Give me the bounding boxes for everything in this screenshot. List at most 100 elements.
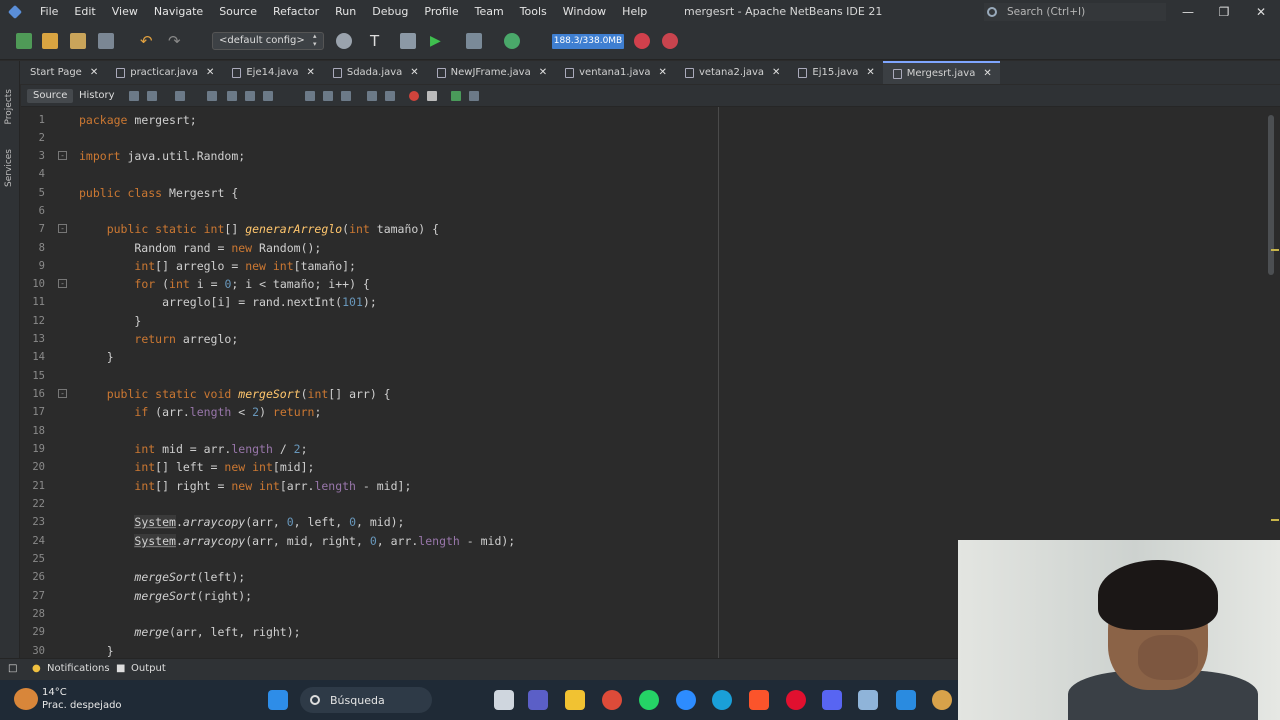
toggle-highlight-icon[interactable]: [263, 91, 273, 101]
fold-toggle-icon[interactable]: -: [58, 279, 67, 288]
menu-run[interactable]: Run: [327, 0, 364, 24]
menu-edit[interactable]: Edit: [66, 0, 103, 24]
new-project-icon[interactable]: [16, 33, 32, 49]
close-icon[interactable]: ✕: [772, 67, 780, 78]
vscode-icon[interactable]: [896, 690, 916, 710]
discord-icon[interactable]: [822, 690, 842, 710]
maximize-button[interactable]: ❐: [1206, 0, 1242, 24]
menu-file[interactable]: File: [32, 0, 66, 24]
file-explorer-icon[interactable]: [565, 690, 585, 710]
profile-icon[interactable]: [504, 33, 520, 49]
start-windows-icon[interactable]: [268, 690, 288, 710]
debug-icon[interactable]: [466, 33, 482, 49]
status-icon[interactable]: □: [8, 663, 17, 674]
shift-left-icon[interactable]: [367, 91, 377, 101]
edge-icon[interactable]: [712, 690, 732, 710]
notifications-button[interactable]: Notifications: [47, 663, 110, 674]
close-icon[interactable]: ✕: [410, 67, 418, 78]
start-macro-icon[interactable]: [409, 91, 419, 101]
menu-profile[interactable]: Profile: [416, 0, 466, 24]
app-icon[interactable]: [932, 690, 952, 710]
close-window-button[interactable]: ✕: [1243, 0, 1279, 24]
memory-gc-icon[interactable]: [662, 33, 678, 49]
close-icon[interactable]: ✕: [206, 67, 214, 78]
brave-icon[interactable]: [749, 690, 769, 710]
projects-panel-tab[interactable]: Projects: [4, 89, 14, 124]
tab-practicar[interactable]: practicar.java ✕: [106, 61, 222, 84]
menu-source[interactable]: Source: [211, 0, 265, 24]
config-select[interactable]: <default config>: [212, 32, 324, 50]
close-icon[interactable]: ✕: [306, 67, 314, 78]
close-icon[interactable]: ✕: [659, 67, 667, 78]
find-next-icon[interactable]: [245, 91, 255, 101]
uncomment-icon[interactable]: [469, 91, 479, 101]
fold-toggle-icon[interactable]: -: [58, 151, 67, 160]
target-icon[interactable]: [336, 33, 352, 49]
tab-start-page[interactable]: Start Page ✕: [20, 61, 106, 84]
fold-toggle-icon[interactable]: -: [58, 389, 67, 398]
weather-icon[interactable]: [14, 688, 38, 710]
history-tab[interactable]: History: [73, 89, 121, 103]
gc-icon[interactable]: [634, 33, 650, 49]
close-icon[interactable]: ✕: [539, 67, 547, 78]
tab-vetana2[interactable]: vetana2.java ✕: [675, 61, 788, 84]
menu-window[interactable]: Window: [555, 0, 614, 24]
toggle-bookmark-icon[interactable]: [341, 91, 351, 101]
memory-indicator[interactable]: 188.3/338.0MB: [552, 34, 624, 49]
warning-marker[interactable]: [1271, 249, 1279, 251]
vertical-scrollbar[interactable]: [1268, 115, 1274, 275]
run-icon[interactable]: ▶: [430, 33, 446, 49]
tab-newjframe[interactable]: NewJFrame.java ✕: [427, 61, 555, 84]
fold-toggle-icon[interactable]: -: [58, 224, 67, 233]
menu-help[interactable]: Help: [614, 0, 655, 24]
whatsapp-icon[interactable]: [639, 690, 659, 710]
teams-icon[interactable]: [528, 690, 548, 710]
forward-icon[interactable]: [175, 91, 185, 101]
previous-bookmark-icon[interactable]: [305, 91, 315, 101]
find-icon[interactable]: [207, 91, 217, 101]
taskbar-search-label: Búsqueda: [330, 693, 385, 707]
menu-team[interactable]: Team: [467, 0, 512, 24]
opera-icon[interactable]: [786, 690, 806, 710]
close-icon[interactable]: ✕: [866, 67, 874, 78]
ide-search-box[interactable]: Search (Ctrl+I): [984, 3, 1166, 21]
undo-icon[interactable]: ↶: [140, 33, 156, 49]
output-button[interactable]: Output: [131, 663, 166, 674]
save-all-icon[interactable]: [98, 33, 114, 49]
warning-marker[interactable]: [1271, 519, 1279, 521]
menu-navigate[interactable]: Navigate: [146, 0, 211, 24]
open-project-icon[interactable]: [70, 33, 86, 49]
tab-sdada[interactable]: Sdada.java ✕: [323, 61, 427, 84]
chrome-icon[interactable]: [602, 690, 622, 710]
services-panel-tab[interactable]: Services: [4, 149, 14, 187]
netbeans-taskbar-icon[interactable]: [858, 690, 878, 710]
stop-macro-icon[interactable]: [427, 91, 437, 101]
menu-refactor[interactable]: Refactor: [265, 0, 327, 24]
clean-build-icon[interactable]: [400, 33, 416, 49]
find-previous-icon[interactable]: [227, 91, 237, 101]
tab-ej15[interactable]: Ej15.java ✕: [788, 61, 882, 84]
code-line: 23 System.arraycopy(arr, 0, left, 0, mid…: [32, 515, 405, 529]
close-icon[interactable]: ✕: [90, 67, 98, 78]
tab-ventana1[interactable]: ventana1.java ✕: [555, 61, 675, 84]
source-tab[interactable]: Source: [27, 89, 74, 103]
back-icon[interactable]: [147, 91, 157, 101]
new-file-icon[interactable]: [42, 33, 58, 49]
shift-right-icon[interactable]: [385, 91, 395, 101]
close-icon[interactable]: ✕: [983, 68, 991, 79]
task-view-icon[interactable]: [494, 690, 514, 710]
menu-tools[interactable]: Tools: [512, 0, 555, 24]
minimize-button[interactable]: —: [1170, 0, 1206, 24]
taskbar-search[interactable]: Búsqueda: [300, 687, 432, 713]
zoom-icon[interactable]: [676, 690, 696, 710]
build-hammer-icon[interactable]: T: [370, 33, 386, 49]
menu-view[interactable]: View: [104, 0, 146, 24]
tab-eje14[interactable]: Eje14.java ✕: [222, 61, 323, 84]
comment-icon[interactable]: [451, 91, 461, 101]
last-edit-icon[interactable]: [129, 91, 139, 101]
redo-icon[interactable]: ↷: [168, 33, 184, 49]
weather-widget[interactable]: 14°C Prac. despejado: [42, 686, 122, 712]
tab-mergesrt[interactable]: Mergesrt.java ✕: [882, 61, 1000, 84]
next-bookmark-icon[interactable]: [323, 91, 333, 101]
menu-debug[interactable]: Debug: [364, 0, 416, 24]
